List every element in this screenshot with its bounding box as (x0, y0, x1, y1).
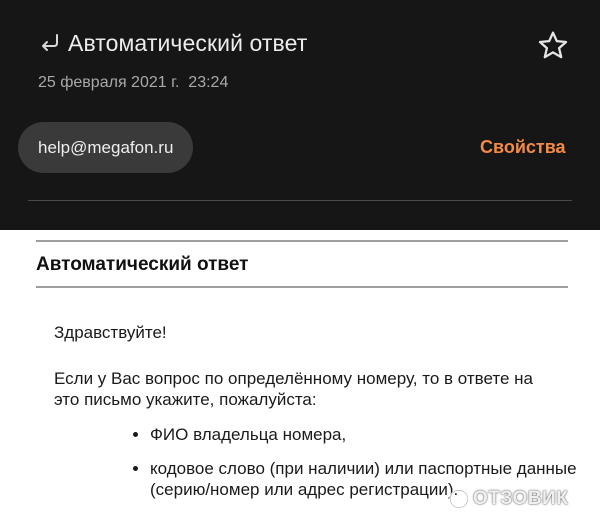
greeting-text: Здравствуйте! (54, 323, 167, 342)
body-rule-top (36, 240, 568, 242)
body-rule-bottom (36, 286, 568, 288)
star-button[interactable] (532, 26, 574, 66)
watermark-text: ОТЗОВИК (473, 488, 569, 509)
reply-icon (38, 30, 64, 56)
body-title: Автоматический ответ (36, 254, 249, 275)
star-icon (538, 31, 568, 59)
body-paragraph: Если у Вас вопрос по определённому номер… (54, 369, 533, 409)
properties-link[interactable]: Свойства (480, 137, 566, 158)
message-header: Автоматический ответ 25 февраля 2021 г. … (0, 0, 600, 230)
message-date: 25 февраля 2021 г. 23:24 (38, 74, 229, 91)
list-item: ФИО владельца номера, (150, 424, 600, 445)
sender-chip[interactable]: help@megafon.ru (18, 122, 194, 173)
header-divider (28, 200, 572, 201)
subject-row: Автоматический ответ (38, 26, 307, 60)
otzovik-watermark: ОТЗОВИК (448, 484, 568, 514)
otzovik-logo-icon (449, 489, 469, 509)
message-subject: Автоматический ответ (68, 29, 308, 56)
